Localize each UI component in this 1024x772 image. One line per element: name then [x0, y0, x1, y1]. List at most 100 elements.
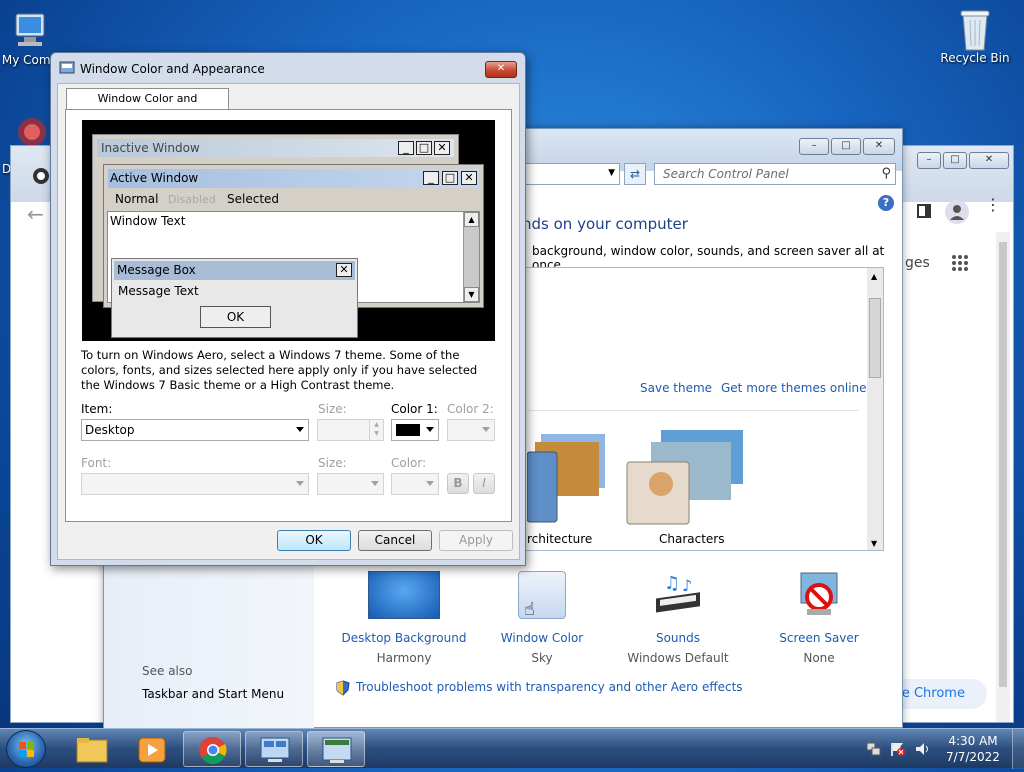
shield-icon: [336, 680, 350, 699]
refresh-icon[interactable]: ⇄: [624, 163, 646, 185]
apps-grid-icon[interactable]: [951, 254, 969, 275]
chevron-down-icon: [371, 481, 379, 486]
chrome-close-button[interactable]: ✕: [969, 152, 1009, 169]
inactive-maximize-icon: □: [416, 141, 432, 155]
scrollbar-thumb[interactable]: [999, 242, 1007, 687]
troubleshoot-link[interactable]: Troubleshoot problems with transparency …: [356, 680, 743, 694]
taskbar-window-color-button[interactable]: [307, 731, 365, 767]
font-select[interactable]: [81, 473, 309, 495]
help-icon[interactable]: ?: [878, 195, 894, 211]
taskbar-chrome-button[interactable]: [183, 731, 241, 767]
hand-cursor-icon: ☝: [524, 599, 535, 620]
chrome-pages-text[interactable]: ges: [905, 255, 930, 271]
svg-text:♫: ♫: [664, 573, 680, 594]
desktop-icon-label: Recycle Bin: [940, 51, 1010, 65]
dialog-close-button[interactable]: ✕: [485, 61, 517, 78]
taskbar-media-button[interactable]: [122, 731, 180, 767]
save-theme-link[interactable]: Save theme: [640, 381, 712, 395]
font-color-label: Color:: [391, 456, 427, 470]
divider: [529, 410, 859, 411]
ok-button[interactable]: OK: [277, 530, 351, 551]
msgbox-ok: OK: [200, 306, 271, 328]
taskbar: 4:30 AM 7/7/2022: [0, 728, 1024, 769]
desktop-icon-recycle-bin[interactable]: Recycle Bin: [935, 8, 1015, 65]
chrome-maximize-button[interactable]: □: [943, 152, 967, 169]
desktop-background-item[interactable]: Desktop Background Harmony: [339, 571, 469, 665]
address-dropdown-icon[interactable]: ▼: [608, 168, 615, 178]
item-select[interactable]: Desktop: [81, 419, 309, 441]
screen-saver-item[interactable]: Screen Saver None: [764, 571, 874, 665]
color2-label: Color 2:: [447, 402, 494, 416]
cp-left-pane: [104, 559, 314, 729]
chrome-scrollbar[interactable]: [996, 232, 1010, 722]
info-text: To turn on Windows Aero, select a Window…: [81, 348, 478, 392]
start-button[interactable]: [6, 730, 46, 768]
sounds-item[interactable]: ♫ ♪ Sounds Windows Default: [618, 571, 738, 665]
chrome-logo-icon[interactable]: [33, 168, 49, 184]
media-player-icon: [138, 737, 166, 763]
taskbar-control-panel-button[interactable]: [245, 731, 303, 767]
theme-label: Characters: [659, 532, 725, 546]
size-spinner[interactable]: ▲ ▼: [317, 419, 384, 441]
scroll-down-arrow[interactable]: ▼: [871, 539, 877, 548]
theme-characters-thumb[interactable]: [625, 430, 747, 526]
desktop-background-thumb: [368, 571, 440, 619]
bold-button[interactable]: B: [447, 473, 469, 494]
sidepanel-icon[interactable]: [917, 204, 931, 218]
message-box-preview: Message Box ✕ Message Text OK: [111, 258, 358, 338]
theme-architecture-thumb[interactable]: [526, 432, 607, 524]
themes-list[interactable]: Save theme Get more themes online rchite…: [522, 267, 884, 551]
network-icon[interactable]: [866, 741, 882, 757]
tab-window-color[interactable]: Window Color and Appearance: [66, 88, 229, 125]
cp-minimize-button[interactable]: –: [799, 138, 829, 155]
chrome-menu-icon[interactable]: ⋮: [985, 197, 1001, 213]
cp-close-button[interactable]: ✕: [863, 138, 895, 155]
preview-scroll-down-icon: ▼: [464, 287, 479, 302]
clock-date: 7/7/2022: [946, 750, 1000, 764]
recycle-bin-icon: [955, 8, 995, 51]
get-more-themes-link[interactable]: Get more themes online: [721, 381, 867, 395]
font-size-select[interactable]: [317, 473, 384, 495]
scrollbar-thumb[interactable]: [869, 298, 881, 378]
color2-picker[interactable]: [447, 419, 495, 441]
dialog-app-icon: [59, 61, 75, 75]
profile-avatar[interactable]: [945, 200, 969, 224]
item-select-value: Desktop: [85, 423, 135, 437]
color1-picker[interactable]: [391, 419, 439, 441]
msgbox-close-icon: ✕: [336, 263, 352, 277]
font-color-picker[interactable]: [391, 473, 439, 495]
back-arrow-icon[interactable]: ←: [27, 202, 44, 226]
item-value: None: [803, 651, 835, 665]
search-input[interactable]: Search Control Panel ⚲: [654, 163, 896, 185]
active-minimize-icon: _: [423, 171, 439, 185]
menu-selected: Selected: [227, 192, 280, 206]
window-color-item[interactable]: Window Color Sky: [492, 571, 592, 665]
clock[interactable]: 4:30 AM 7/7/2022: [940, 733, 1006, 765]
action-center-icon[interactable]: [890, 741, 906, 757]
taskbar-start-menu-link[interactable]: Taskbar and Start Menu: [142, 687, 284, 701]
chrome-minimize-button[interactable]: –: [917, 152, 941, 169]
cp-maximize-button[interactable]: □: [831, 138, 861, 155]
active-maximize-icon: □: [442, 171, 458, 185]
spinner-arrows-icon: ▲ ▼: [369, 420, 383, 440]
see-also-label: See also: [142, 664, 193, 678]
taskbar-explorer-button[interactable]: [62, 731, 120, 767]
volume-icon[interactable]: [914, 741, 932, 757]
show-desktop-button[interactable]: [1012, 729, 1024, 769]
apply-button[interactable]: Apply: [439, 530, 513, 551]
scroll-up-arrow[interactable]: ▲: [871, 272, 877, 281]
chrome-icon: [199, 736, 227, 765]
window-color-app-icon: [322, 737, 352, 763]
address-bar[interactable]: ▼: [524, 163, 620, 185]
themes-scrollbar[interactable]: ▲ ▼: [867, 268, 883, 550]
search-icon[interactable]: ⚲: [881, 166, 891, 181]
item-title: Window Color: [500, 631, 584, 645]
cancel-button[interactable]: Cancel: [358, 530, 432, 551]
control-panel-icon: [260, 737, 290, 762]
window-color-dialog[interactable]: Window Color and Appearance ✕ Window Col…: [50, 52, 526, 566]
preview-area: Inactive Window _ □ ✕ Active Window _ □ …: [82, 120, 495, 341]
sounds-icon: ♫ ♪: [652, 571, 704, 619]
italic-button[interactable]: I: [473, 473, 495, 494]
folder-icon: [76, 738, 108, 763]
computer-icon: [10, 10, 50, 50]
